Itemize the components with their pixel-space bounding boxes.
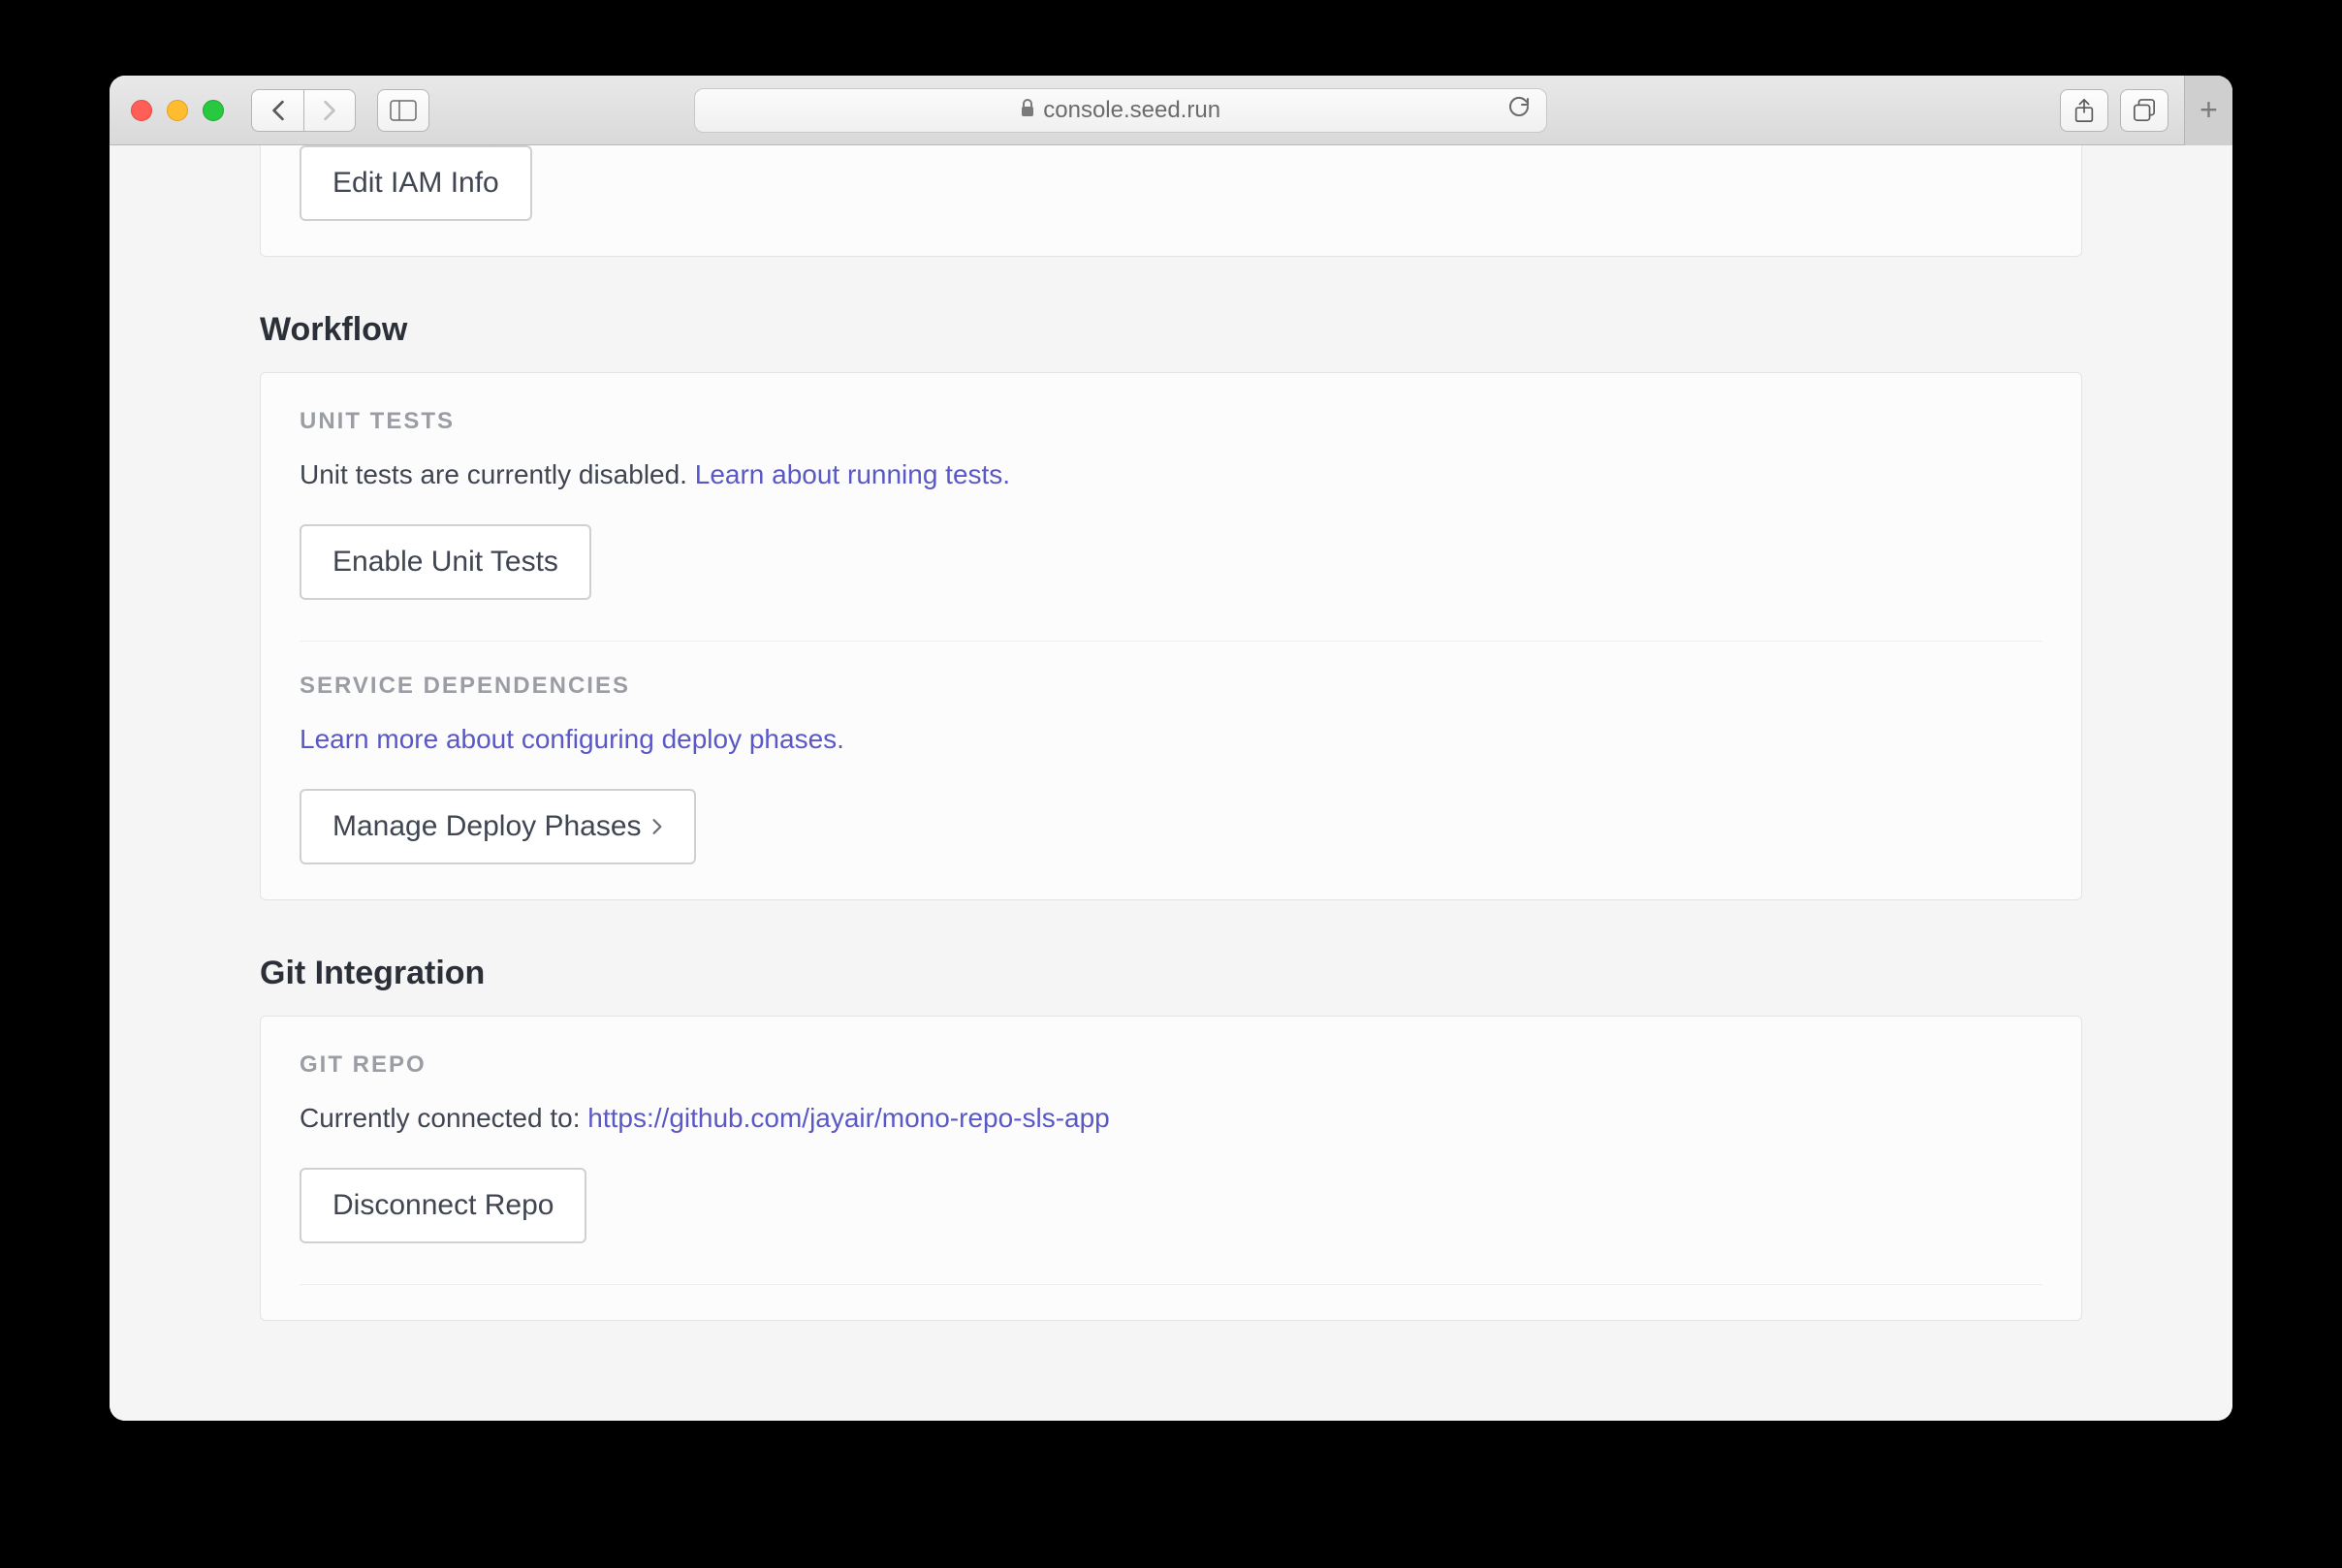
tabs-button[interactable] [2120, 89, 2168, 132]
edit-iam-button[interactable]: Edit IAM Info [300, 145, 532, 221]
page-content: Edit IAM Info Workflow UNIT TESTS Unit t… [110, 145, 2232, 1421]
browser-window: console.seed.run + Edit IAM Info Workflo… [110, 76, 2232, 1421]
manage-deploy-phases-button[interactable]: Manage Deploy Phases [300, 789, 696, 864]
lock-icon [1020, 98, 1035, 123]
sidebar-toggle-button[interactable] [377, 89, 429, 132]
url-text: console.seed.run [1043, 97, 1220, 124]
close-window-button[interactable] [131, 100, 152, 121]
unit-tests-status: Unit tests are currently disabled. [300, 459, 695, 489]
unit-tests-text: Unit tests are currently disabled. Learn… [300, 455, 2042, 495]
forward-button[interactable] [303, 89, 356, 132]
toolbar-right-group: + [2060, 76, 2211, 145]
window-controls [131, 100, 224, 121]
refresh-icon[interactable] [1507, 95, 1531, 125]
service-deps-label: SERVICE DEPENDENCIES [300, 673, 2042, 700]
back-button[interactable] [251, 89, 303, 132]
learn-running-tests-link[interactable]: Learn about running tests. [695, 459, 1010, 489]
git-integration-heading: Git Integration [260, 955, 2082, 992]
learn-deploy-phases-link[interactable]: Learn more about configuring deploy phas… [300, 724, 844, 754]
unit-tests-label: UNIT TESTS [300, 408, 2042, 435]
browser-toolbar: console.seed.run + [110, 76, 2232, 145]
address-bar[interactable]: console.seed.run [694, 88, 1547, 133]
workflow-heading: Workflow [260, 311, 2082, 349]
workflow-divider [300, 641, 2042, 642]
share-button[interactable] [2060, 89, 2108, 132]
new-tab-button[interactable]: + [2184, 76, 2232, 145]
git-repo-text: Currently connected to: https://github.c… [300, 1098, 2042, 1139]
nav-buttons [251, 89, 356, 132]
git-divider [300, 1284, 2042, 1285]
git-card: GIT REPO Currently connected to: https:/… [260, 1016, 2082, 1321]
manage-deploy-phases-label: Manage Deploy Phases [332, 810, 642, 843]
disconnect-repo-button[interactable]: Disconnect Repo [300, 1168, 586, 1243]
iam-card: Edit IAM Info [260, 145, 2082, 257]
git-repo-prefix: Currently connected to: [300, 1103, 587, 1133]
workflow-card: UNIT TESTS Unit tests are currently disa… [260, 372, 2082, 900]
git-repo-label: GIT REPO [300, 1051, 2042, 1079]
enable-unit-tests-button[interactable]: Enable Unit Tests [300, 524, 591, 600]
service-deps-text: Learn more about configuring deploy phas… [300, 719, 2042, 760]
git-repo-link[interactable]: https://github.com/jayair/mono-repo-sls-… [587, 1103, 1109, 1133]
chevron-right-icon [651, 812, 663, 842]
minimize-window-button[interactable] [167, 100, 188, 121]
maximize-window-button[interactable] [203, 100, 224, 121]
